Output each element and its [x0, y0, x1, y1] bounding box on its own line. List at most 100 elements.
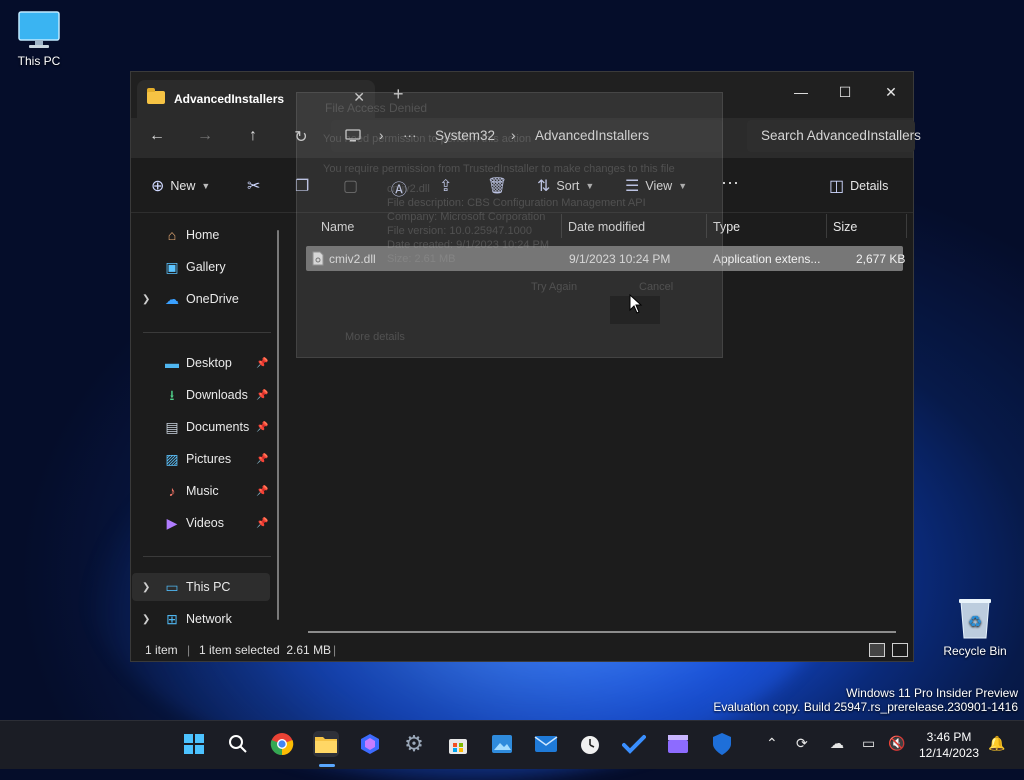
copilot-taskbar-button[interactable]	[357, 731, 383, 757]
network-icon[interactable]: ▭	[862, 735, 875, 752]
recycle-bin-icon: ♻	[959, 599, 991, 639]
pin-icon[interactable]: 📌	[256, 358, 268, 369]
checkmark-icon	[622, 735, 646, 754]
search-button[interactable]	[225, 731, 251, 757]
sidebar-item-label: Network	[186, 612, 232, 626]
status-selection: 1 item selected 2.61 MB	[199, 643, 332, 657]
pin-icon[interactable]: 📌	[256, 454, 268, 465]
alarm-clock-icon	[581, 736, 599, 754]
cut-button[interactable]: ✂	[247, 176, 260, 196]
ghost-dialog-title: File Access Denied	[325, 101, 428, 115]
sidebar-item-label: Music	[186, 484, 219, 498]
sidebar-item-documents[interactable]: ▤ Documents 📌	[132, 413, 270, 441]
ghost-dialog-line: File description: CBS Configuration Mana…	[387, 197, 646, 209]
details-pane-icon: ◫	[829, 178, 845, 195]
chevron-right-icon[interactable]: ❯	[142, 614, 150, 625]
sidebar-item-home[interactable]: ⌂ Home	[132, 221, 270, 249]
taskbar-clock[interactable]: 3:46 PM 12/14/2023	[918, 729, 980, 761]
forward-button[interactable]: →	[192, 127, 218, 149]
back-button[interactable]: ←	[144, 127, 170, 149]
file-explorer-taskbar-button[interactable]	[313, 731, 339, 757]
ghost-dialog-line: cmiv2.dll	[387, 183, 430, 195]
folder-icon	[147, 88, 165, 104]
download-icon: ⭳	[169, 387, 175, 403]
desktop-icon-recycle-bin[interactable]: ♻ Recycle Bin	[940, 596, 1010, 658]
start-button[interactable]	[181, 731, 207, 757]
taskbar: ⚙ ⌃ ⟳ ☁ ▭ �	[0, 720, 1024, 769]
photos-taskbar-button[interactable]	[489, 731, 515, 757]
desktop-icon: ▬	[165, 355, 179, 371]
sidebar-item-label: Downloads	[186, 388, 248, 402]
copilot-icon	[361, 734, 379, 754]
document-icon: ▤	[165, 419, 179, 435]
build-watermark: Windows 11 Pro Insider Preview Evaluatio…	[713, 686, 1018, 714]
ghost-dialog-line: Size: 2.61 MB	[387, 253, 456, 265]
status-divider: |	[187, 643, 191, 657]
up-button[interactable]: ↑	[240, 127, 266, 149]
sidebar-item-this-pc[interactable]: ❯ ▭ This PC	[132, 573, 270, 601]
column-divider[interactable]	[906, 214, 907, 238]
new-label: New	[170, 179, 196, 193]
sidebar-item-downloads[interactable]: ⭳ Downloads 📌	[132, 381, 270, 409]
desktop-icon-this-pc[interactable]: This PC	[4, 10, 74, 68]
sidebar-item-pictures[interactable]: ▨ Pictures 📌	[132, 445, 270, 473]
column-header-size[interactable]: Size	[833, 220, 857, 234]
store-taskbar-button[interactable]	[445, 731, 471, 757]
cloud-icon: ☁	[165, 291, 179, 307]
sidebar-item-onedrive[interactable]: ❯ ☁ OneDrive	[132, 285, 270, 313]
video-icon: ▶	[166, 515, 178, 531]
details-pane-button[interactable]: ◫ Details	[829, 176, 888, 196]
clipchamp-taskbar-button[interactable]	[665, 731, 691, 757]
ghost-try-again-button: Try Again	[531, 281, 578, 293]
chevron-right-icon[interactable]: ❯	[142, 582, 150, 593]
chevron-right-icon[interactable]: ❯	[142, 294, 150, 305]
pin-icon[interactable]: 📌	[256, 518, 268, 529]
clock-time: 3:46 PM	[926, 730, 972, 744]
sidebar-item-network[interactable]: ❯ ⊞ Network	[132, 605, 270, 633]
ghost-dialog-line: Date created: 9/1/2023 10:24 PM	[387, 239, 550, 251]
watermark-line-1: Windows 11 Pro Insider Preview	[846, 686, 1018, 700]
clock-app-taskbar-button[interactable]	[577, 731, 603, 757]
horizontal-scrollbar[interactable]	[308, 631, 896, 633]
search-icon	[229, 735, 247, 753]
close-button[interactable]: ✕	[869, 78, 913, 106]
search-placeholder: Search AdvancedInstallers	[761, 128, 921, 143]
minimize-button[interactable]: —	[779, 78, 823, 106]
chrome-taskbar-button[interactable]	[269, 731, 295, 757]
pin-icon[interactable]: 📌	[256, 390, 268, 401]
more-options-button[interactable]: ···	[721, 172, 739, 193]
cloud-offline-icon[interactable]: ☁	[830, 735, 844, 752]
notification-bell-icon[interactable]: 🔔	[988, 735, 1005, 752]
chevron-up-icon[interactable]: ⌃	[766, 735, 778, 752]
sync-icon[interactable]: ⟳	[796, 735, 808, 752]
picture-icon: ▨	[165, 451, 179, 467]
sidebar-item-gallery[interactable]: ▣ Gallery	[132, 253, 270, 281]
sidebar-item-videos[interactable]: ▶ Videos 📌	[132, 509, 270, 537]
todo-taskbar-button[interactable]	[621, 731, 647, 757]
tiles-view-button[interactable]	[892, 643, 908, 657]
pin-icon[interactable]: 📌	[256, 422, 268, 433]
mouse-cursor-icon	[629, 294, 643, 314]
maximize-button[interactable]: ☐	[823, 78, 867, 106]
file-size: 2,677 KB	[856, 252, 906, 266]
status-item-count: 1 item	[145, 643, 178, 657]
settings-taskbar-button[interactable]: ⚙	[401, 731, 427, 757]
search-box[interactable]: Search AdvancedInstallers	[747, 120, 921, 152]
plus-circle-icon: ⊕	[151, 178, 165, 195]
watermark-line-2: Evaluation copy. Build 25947.rs_prerelea…	[713, 700, 1018, 714]
active-app-indicator	[319, 764, 335, 767]
sidebar-scrollbar[interactable]	[277, 230, 279, 620]
column-divider[interactable]	[826, 214, 827, 238]
clock-date: 12/14/2023	[918, 746, 980, 760]
security-taskbar-button[interactable]	[709, 731, 735, 757]
sidebar-item-music[interactable]: ♪ Music 📌	[132, 477, 270, 505]
details-view-button[interactable]	[869, 643, 885, 657]
file-type: Application extens...	[713, 252, 821, 266]
volume-muted-icon[interactable]: 🔇	[888, 735, 905, 752]
new-button[interactable]: ⊕ New ▼	[151, 176, 210, 196]
sidebar-item-desktop[interactable]: ▬ Desktop 📌	[132, 349, 270, 377]
mail-taskbar-button[interactable]	[533, 731, 559, 757]
sidebar-item-label: Home	[186, 228, 220, 242]
pin-icon[interactable]: 📌	[256, 486, 268, 497]
desktop-icon-label: Recycle Bin	[943, 644, 1007, 658]
